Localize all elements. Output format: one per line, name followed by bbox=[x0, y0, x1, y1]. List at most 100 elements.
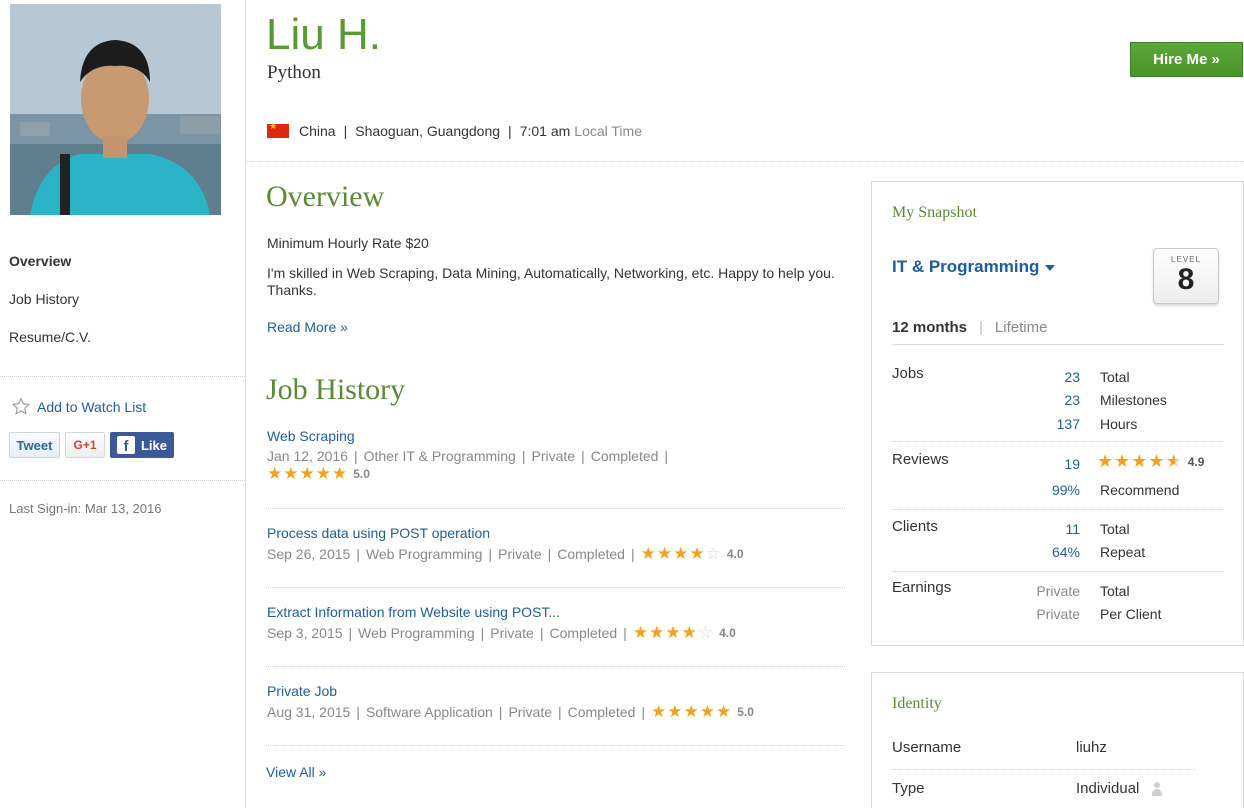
job-date: Aug 31, 2015 bbox=[267, 703, 351, 720]
job-title-link[interactable]: Extract Information from Website using P… bbox=[267, 604, 845, 620]
overview-text: I'm skilled in Web Scraping, Data Mining… bbox=[267, 265, 835, 298]
reviews-rating: ★ ★ ★ ★ ★ 4.9 bbox=[1097, 451, 1204, 471]
facebook-like-label: Like bbox=[140, 437, 167, 453]
star-icon: ★ bbox=[689, 544, 705, 563]
job-item: Private Job Aug 31, 2015 | Software Appli… bbox=[267, 683, 845, 720]
job-title-link[interactable]: Web Scraping bbox=[267, 428, 845, 444]
category-dropdown[interactable]: IT & Programming bbox=[892, 257, 1056, 277]
sidebar-item-overview[interactable]: Overview bbox=[9, 252, 91, 290]
rating-stars: ★ ★ ★ ★ ☆ bbox=[633, 624, 713, 641]
star-icon: ★ bbox=[651, 702, 667, 721]
star-icon: ☆ bbox=[697, 623, 714, 642]
job-title-link[interactable]: Private Job bbox=[267, 683, 845, 699]
stat-value: 23 bbox=[1064, 369, 1080, 385]
facebook-like-button[interactable]: f Like bbox=[110, 432, 174, 458]
country: China bbox=[299, 123, 336, 139]
job-date: Sep 3, 2015 bbox=[267, 624, 343, 641]
local-time: 7:01 am bbox=[519, 123, 571, 139]
stat-value: 99% bbox=[1051, 482, 1080, 498]
job-status: Completed bbox=[549, 624, 618, 641]
sidebar-item-job-history[interactable]: Job History bbox=[9, 290, 91, 328]
add-to-watch-list-link[interactable]: Add to Watch List bbox=[11, 397, 146, 416]
sidebar-nav: Overview Job History Resume/C.V. bbox=[9, 252, 91, 366]
category-label: IT & Programming bbox=[892, 257, 1040, 276]
star-icon: ★ bbox=[315, 464, 331, 483]
earnings-total: Private Total bbox=[1020, 583, 1130, 599]
divider bbox=[266, 587, 845, 588]
stat-value: 11 bbox=[1065, 521, 1080, 537]
username-value: liuhz bbox=[1076, 739, 1107, 756]
stat-value: Private bbox=[1036, 583, 1080, 599]
job-status: Completed bbox=[590, 448, 659, 464]
view-all-link[interactable]: View All » bbox=[266, 764, 326, 780]
location-line: China | Shaoguan, Guangdong | 7:01 am Lo… bbox=[267, 121, 642, 139]
username: liuhz bbox=[1076, 739, 1107, 756]
job-date: Jan 12, 2016 bbox=[267, 448, 348, 464]
identity-panel: Identity Username liuhz Type Individual bbox=[871, 672, 1244, 808]
star-icon: ★ bbox=[267, 464, 283, 483]
clients-label: Clients bbox=[892, 518, 938, 535]
period-toggle: 12 months | Lifetime bbox=[892, 319, 1048, 336]
social-buttons: Tweet G+1 f Like bbox=[9, 432, 174, 458]
divider bbox=[892, 509, 1224, 510]
hire-me-button[interactable]: Hire Me » bbox=[1130, 42, 1243, 77]
star-icon: ★ bbox=[716, 702, 732, 721]
stat-value: 23 bbox=[1064, 392, 1080, 408]
job-visibility: Private bbox=[508, 703, 553, 720]
period-12-months[interactable]: 12 months bbox=[892, 319, 967, 336]
divider bbox=[0, 376, 245, 377]
identity-title: Identity bbox=[892, 695, 942, 712]
divider bbox=[0, 480, 245, 481]
caret-down-icon bbox=[1045, 264, 1056, 271]
job-meta: Jan 12, 2016 | Other IT & Programming | Pr… bbox=[267, 448, 669, 464]
sidebar-item-resume[interactable]: Resume/C.V. bbox=[9, 328, 91, 366]
star-icon: ★ bbox=[667, 702, 683, 721]
left-sidebar: Overview Job History Resume/C.V. Add to … bbox=[0, 0, 246, 808]
rating-value: 5.0 bbox=[737, 704, 754, 719]
job-category: Web Programming bbox=[358, 624, 475, 641]
job-category: Other IT & Programming bbox=[363, 448, 516, 464]
star-icon: ★ bbox=[1114, 451, 1131, 471]
divider bbox=[892, 441, 1224, 442]
divider bbox=[892, 769, 1196, 770]
hours: 137 Hours bbox=[1020, 416, 1138, 432]
rating-stars: ★ ★ ★ ★ ★ bbox=[267, 465, 347, 482]
read-more-link[interactable]: Read More » bbox=[267, 319, 348, 335]
star-icon: ★ bbox=[299, 464, 315, 483]
job-status: Completed bbox=[567, 703, 636, 720]
star-icon: ★ bbox=[681, 623, 697, 642]
snapshot-title: My Snapshot bbox=[892, 204, 977, 221]
freelancer-title: Python bbox=[267, 62, 321, 83]
job-status: Completed bbox=[557, 545, 625, 562]
star-outline-icon bbox=[11, 397, 31, 415]
overview-heading: Overview bbox=[266, 180, 385, 213]
stat-label: Milestones bbox=[1100, 392, 1167, 408]
type-label: Type bbox=[892, 780, 925, 797]
star-icon: ★ bbox=[683, 702, 699, 721]
star-icon: ★ bbox=[665, 623, 681, 642]
repeat: 64% Repeat bbox=[1020, 544, 1145, 560]
rating-value: 4.0 bbox=[719, 625, 736, 640]
period-lifetime[interactable]: Lifetime bbox=[995, 319, 1048, 336]
facebook-icon: f bbox=[116, 436, 135, 454]
google-plus-button[interactable]: G+1 bbox=[65, 432, 105, 458]
last-signin: Last Sign-in: Mar 13, 2016 bbox=[9, 501, 162, 516]
rating-stars: ★ ★ ★ ★ ★ bbox=[1097, 451, 1182, 471]
profile-photo bbox=[10, 4, 221, 215]
star-icon: ★ bbox=[1097, 451, 1114, 471]
job-rating: ★ ★ ★ ★ ★ 5.0 bbox=[267, 465, 845, 482]
stat-value: 137 bbox=[1056, 416, 1080, 432]
star-icon: ★ bbox=[283, 464, 299, 483]
stat-value: Private bbox=[1036, 606, 1080, 622]
job-title-link[interactable]: Process data using POST operation bbox=[267, 525, 845, 541]
divider bbox=[266, 745, 845, 746]
rating-stars: ★ ★ ★ ★ ★ bbox=[651, 703, 731, 720]
rating-value: 4.0 bbox=[726, 546, 744, 561]
tweet-button[interactable]: Tweet bbox=[9, 432, 60, 458]
star-icon: ★ bbox=[1131, 451, 1148, 471]
rating-stars: ★ ★ ★ ★ ☆ bbox=[641, 545, 721, 562]
job-meta: Sep 26, 2015 | Web Programming | Private | … bbox=[267, 544, 744, 563]
star-icon: ★ bbox=[1148, 451, 1165, 471]
stat-label: Total bbox=[1100, 583, 1130, 599]
recommend: 99% Recommend bbox=[1020, 482, 1179, 498]
